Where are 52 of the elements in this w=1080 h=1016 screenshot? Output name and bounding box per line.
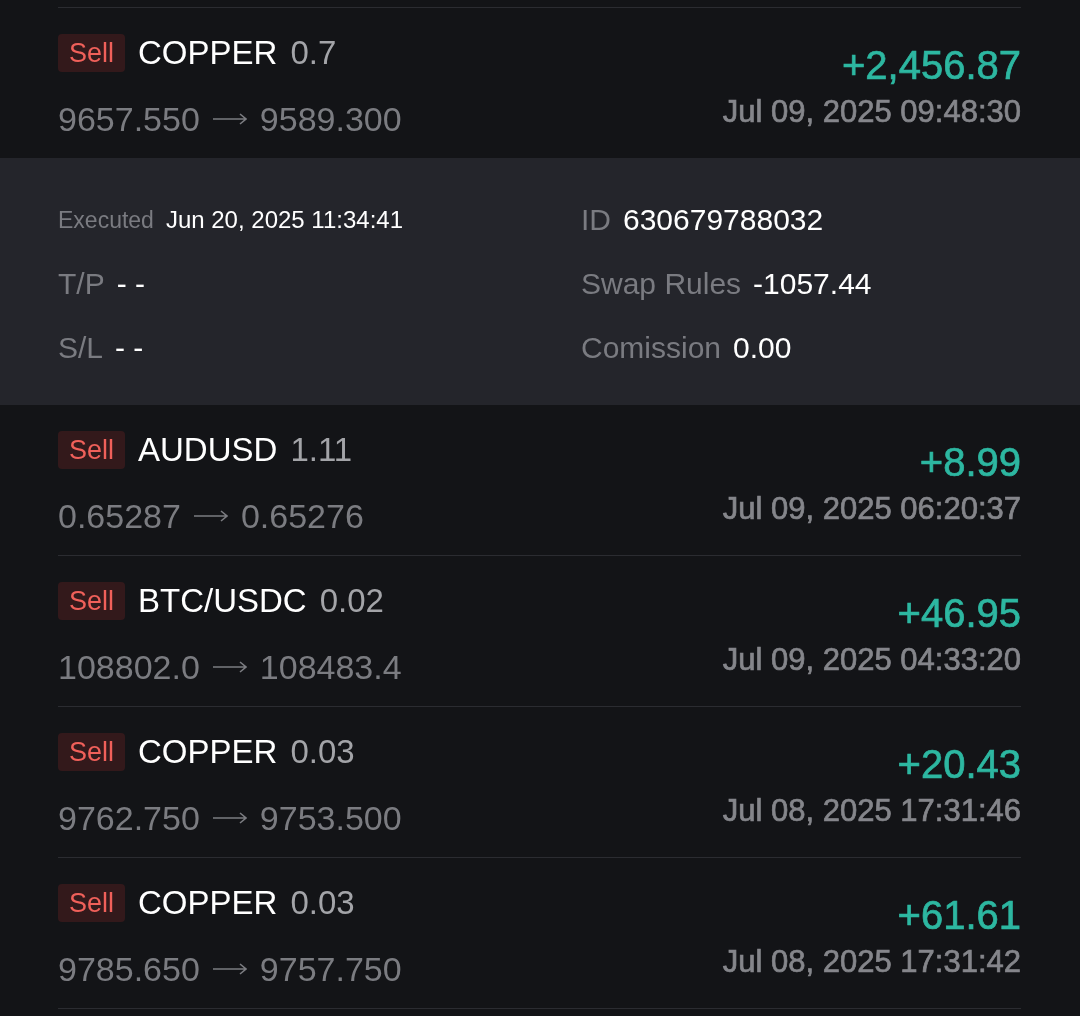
arrow-icon [193,510,228,522]
side-tag: Sell [58,582,126,620]
open-price: 9785.650 [58,949,200,990]
profit-amount: +20.43 [897,742,1021,786]
close-price: 9757.750 [259,949,402,990]
open-price: 9762.750 [58,798,200,839]
close-price: 9589.300 [259,99,402,140]
trade-time: Jul 09, 2025 06:20:37 [722,490,1021,528]
detail-value: - - [115,331,144,365]
close-price: 0.65276 [240,496,364,537]
open-price: 108802.0 [58,647,200,688]
detail-label: S/L [58,331,104,365]
symbol-name: COPPER [138,33,278,73]
lot-size: 0.7 [290,33,337,73]
profit-amount: +46.95 [897,591,1021,635]
open-price: 0.65287 [58,496,181,537]
trade-time: Jul 09, 2025 04:33:20 [722,641,1021,679]
arrow-icon [212,661,247,673]
trade-time: Jul 08, 2025 17:31:42 [722,943,1021,981]
detail-label: ID [581,203,611,237]
symbol-name: COPPER [138,883,278,923]
symbol-name: AUDUSD [138,430,278,470]
detail-label: Executed [58,206,154,235]
arrow-icon [212,812,247,824]
profit-amount: +2,456.87 [841,43,1021,87]
lot-size: 0.03 [290,883,355,923]
detail-value: 0.00 [733,331,792,365]
lot-size: 0.02 [319,581,384,621]
symbol-name: BTC/USDC [138,581,307,621]
detail-label: T/P [58,267,105,301]
lot-size: 0.03 [290,732,355,772]
side-tag: Sell [58,34,126,72]
symbol-name: COPPER [138,732,278,772]
trade-time: Jul 08, 2025 17:31:46 [722,792,1021,830]
profit-amount: +61.61 [897,893,1021,937]
detail-label: Comission [581,331,722,365]
side-tag: Sell [58,884,126,922]
arrow-icon [212,963,247,975]
lot-size: 1.11 [290,430,353,470]
close-price: 108483.4 [259,647,402,688]
profit-amount: +8.99 [919,440,1021,484]
detail-value: Jun 20, 2025 11:34:41 [165,205,403,235]
detail-value: 630679788032 [623,203,824,237]
detail-value: - - [116,267,145,301]
detail-label: Swap Rules [581,267,742,301]
open-price: 9657.550 [58,99,200,140]
arrow-icon [212,113,247,125]
side-tag: Sell [58,733,126,771]
side-tag: Sell [58,431,126,469]
close-price: 9753.500 [259,798,402,839]
trade-time: Jul 09, 2025 09:48:30 [722,93,1021,131]
detail-value: -1057.44 [753,267,872,301]
